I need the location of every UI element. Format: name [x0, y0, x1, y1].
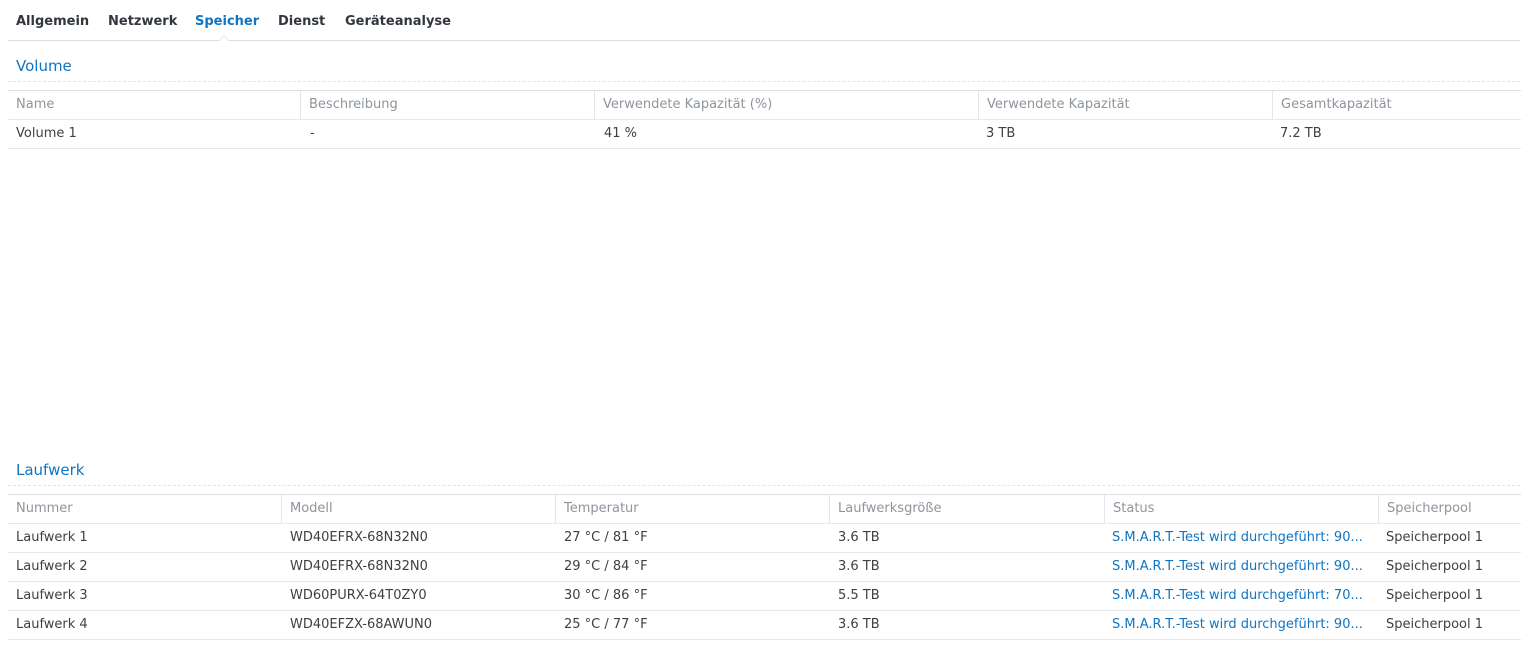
volume-section-divider — [8, 81, 1520, 82]
volume-section-title: Volume — [16, 57, 72, 75]
volume-total-capacity: 7.2 TB — [1280, 126, 1322, 141]
tab-geraeteanalyse[interactable]: Geräteanalyse — [345, 0, 451, 41]
column-header-speicherpool[interactable]: Speicherpool — [1378, 495, 1521, 523]
column-header-modell[interactable]: Modell — [281, 495, 555, 523]
volume-table-header: Name Beschreibung Verwendete Kapazität (… — [8, 91, 1521, 120]
drive-number: Laufwerk 3 — [16, 588, 88, 603]
drive-storage-pool: Speicherpool 1 — [1386, 530, 1484, 545]
tab-bar: Allgemein Netzwerk Speicher Dienst Gerät… — [8, 0, 1520, 41]
drive-status-link[interactable]: S.M.A.R.T.-Test wird durchgeführt: 90... — [1104, 524, 1378, 552]
drive-temperature: 27 °C / 81 °F — [564, 530, 648, 545]
tab-allgemein[interactable]: Allgemein — [16, 0, 89, 41]
column-header-laufwerksgroesse[interactable]: Laufwerksgröße — [829, 495, 1104, 523]
column-header-temperatur[interactable]: Temperatur — [555, 495, 829, 523]
table-row[interactable]: Laufwerk 2 WD40EFRX-68N32N0 29 °C / 84 °… — [8, 553, 1521, 582]
drive-number: Laufwerk 4 — [16, 617, 88, 632]
drive-temperature: 30 °C / 86 °F — [564, 588, 648, 603]
volume-used-percent: 41 % — [604, 126, 638, 141]
active-tab-indicator — [218, 35, 230, 41]
drive-status-link[interactable]: S.M.A.R.T.-Test wird durchgeführt: 70... — [1104, 582, 1378, 610]
drive-size: 5.5 TB — [838, 588, 880, 603]
drive-size: 3.6 TB — [838, 559, 880, 574]
drive-model: WD40EFZX-68AWUN0 — [290, 617, 433, 632]
volume-description: - — [310, 126, 315, 141]
drive-status-link[interactable]: S.M.A.R.T.-Test wird durchgeführt: 90... — [1104, 553, 1378, 581]
table-row[interactable]: Volume 1 - 41 % 3 TB 7.2 TB — [8, 120, 1521, 149]
drive-section-title: Laufwerk — [16, 461, 85, 479]
column-header-name[interactable]: Name — [8, 91, 300, 119]
drive-section-divider — [8, 485, 1520, 486]
drive-model: WD60PURX-64T0ZY0 — [290, 588, 427, 603]
column-header-beschreibung[interactable]: Beschreibung — [300, 91, 594, 119]
table-row[interactable]: Laufwerk 3 WD60PURX-64T0ZY0 30 °C / 86 °… — [8, 582, 1521, 611]
drive-size: 3.6 TB — [838, 617, 880, 632]
drive-temperature: 25 °C / 77 °F — [564, 617, 648, 632]
drive-table: Nummer Modell Temperatur Laufwerksgröße … — [8, 494, 1521, 640]
drive-model: WD40EFRX-68N32N0 — [290, 530, 428, 545]
column-header-used-capacity[interactable]: Verwendete Kapazität — [978, 91, 1272, 119]
column-header-used-capacity-percent[interactable]: Verwendete Kapazität (%) — [594, 91, 978, 119]
drive-size: 3.6 TB — [838, 530, 880, 545]
column-header-total-capacity[interactable]: Gesamtkapazität — [1272, 91, 1521, 119]
column-header-nummer[interactable]: Nummer — [8, 495, 281, 523]
drive-number: Laufwerk 2 — [16, 559, 88, 574]
drive-status-link[interactable]: S.M.A.R.T.-Test wird durchgeführt: 90... — [1104, 611, 1378, 639]
tab-dienst[interactable]: Dienst — [278, 0, 325, 41]
drive-model: WD40EFRX-68N32N0 — [290, 559, 428, 574]
tab-netzwerk[interactable]: Netzwerk — [108, 0, 177, 41]
drive-storage-pool: Speicherpool 1 — [1386, 588, 1484, 603]
drive-number: Laufwerk 1 — [16, 530, 88, 545]
drive-temperature: 29 °C / 84 °F — [564, 559, 648, 574]
drive-table-header: Nummer Modell Temperatur Laufwerksgröße … — [8, 495, 1521, 524]
drive-storage-pool: Speicherpool 1 — [1386, 617, 1484, 632]
column-header-status[interactable]: Status — [1104, 495, 1378, 523]
table-row[interactable]: Laufwerk 1 WD40EFRX-68N32N0 27 °C / 81 °… — [8, 524, 1521, 553]
table-row[interactable]: Laufwerk 4 WD40EFZX-68AWUN0 25 °C / 77 °… — [8, 611, 1521, 640]
drive-storage-pool: Speicherpool 1 — [1386, 559, 1484, 574]
volume-name: Volume 1 — [16, 126, 77, 141]
volume-used-capacity: 3 TB — [986, 126, 1016, 141]
volume-table: Name Beschreibung Verwendete Kapazität (… — [8, 90, 1521, 149]
